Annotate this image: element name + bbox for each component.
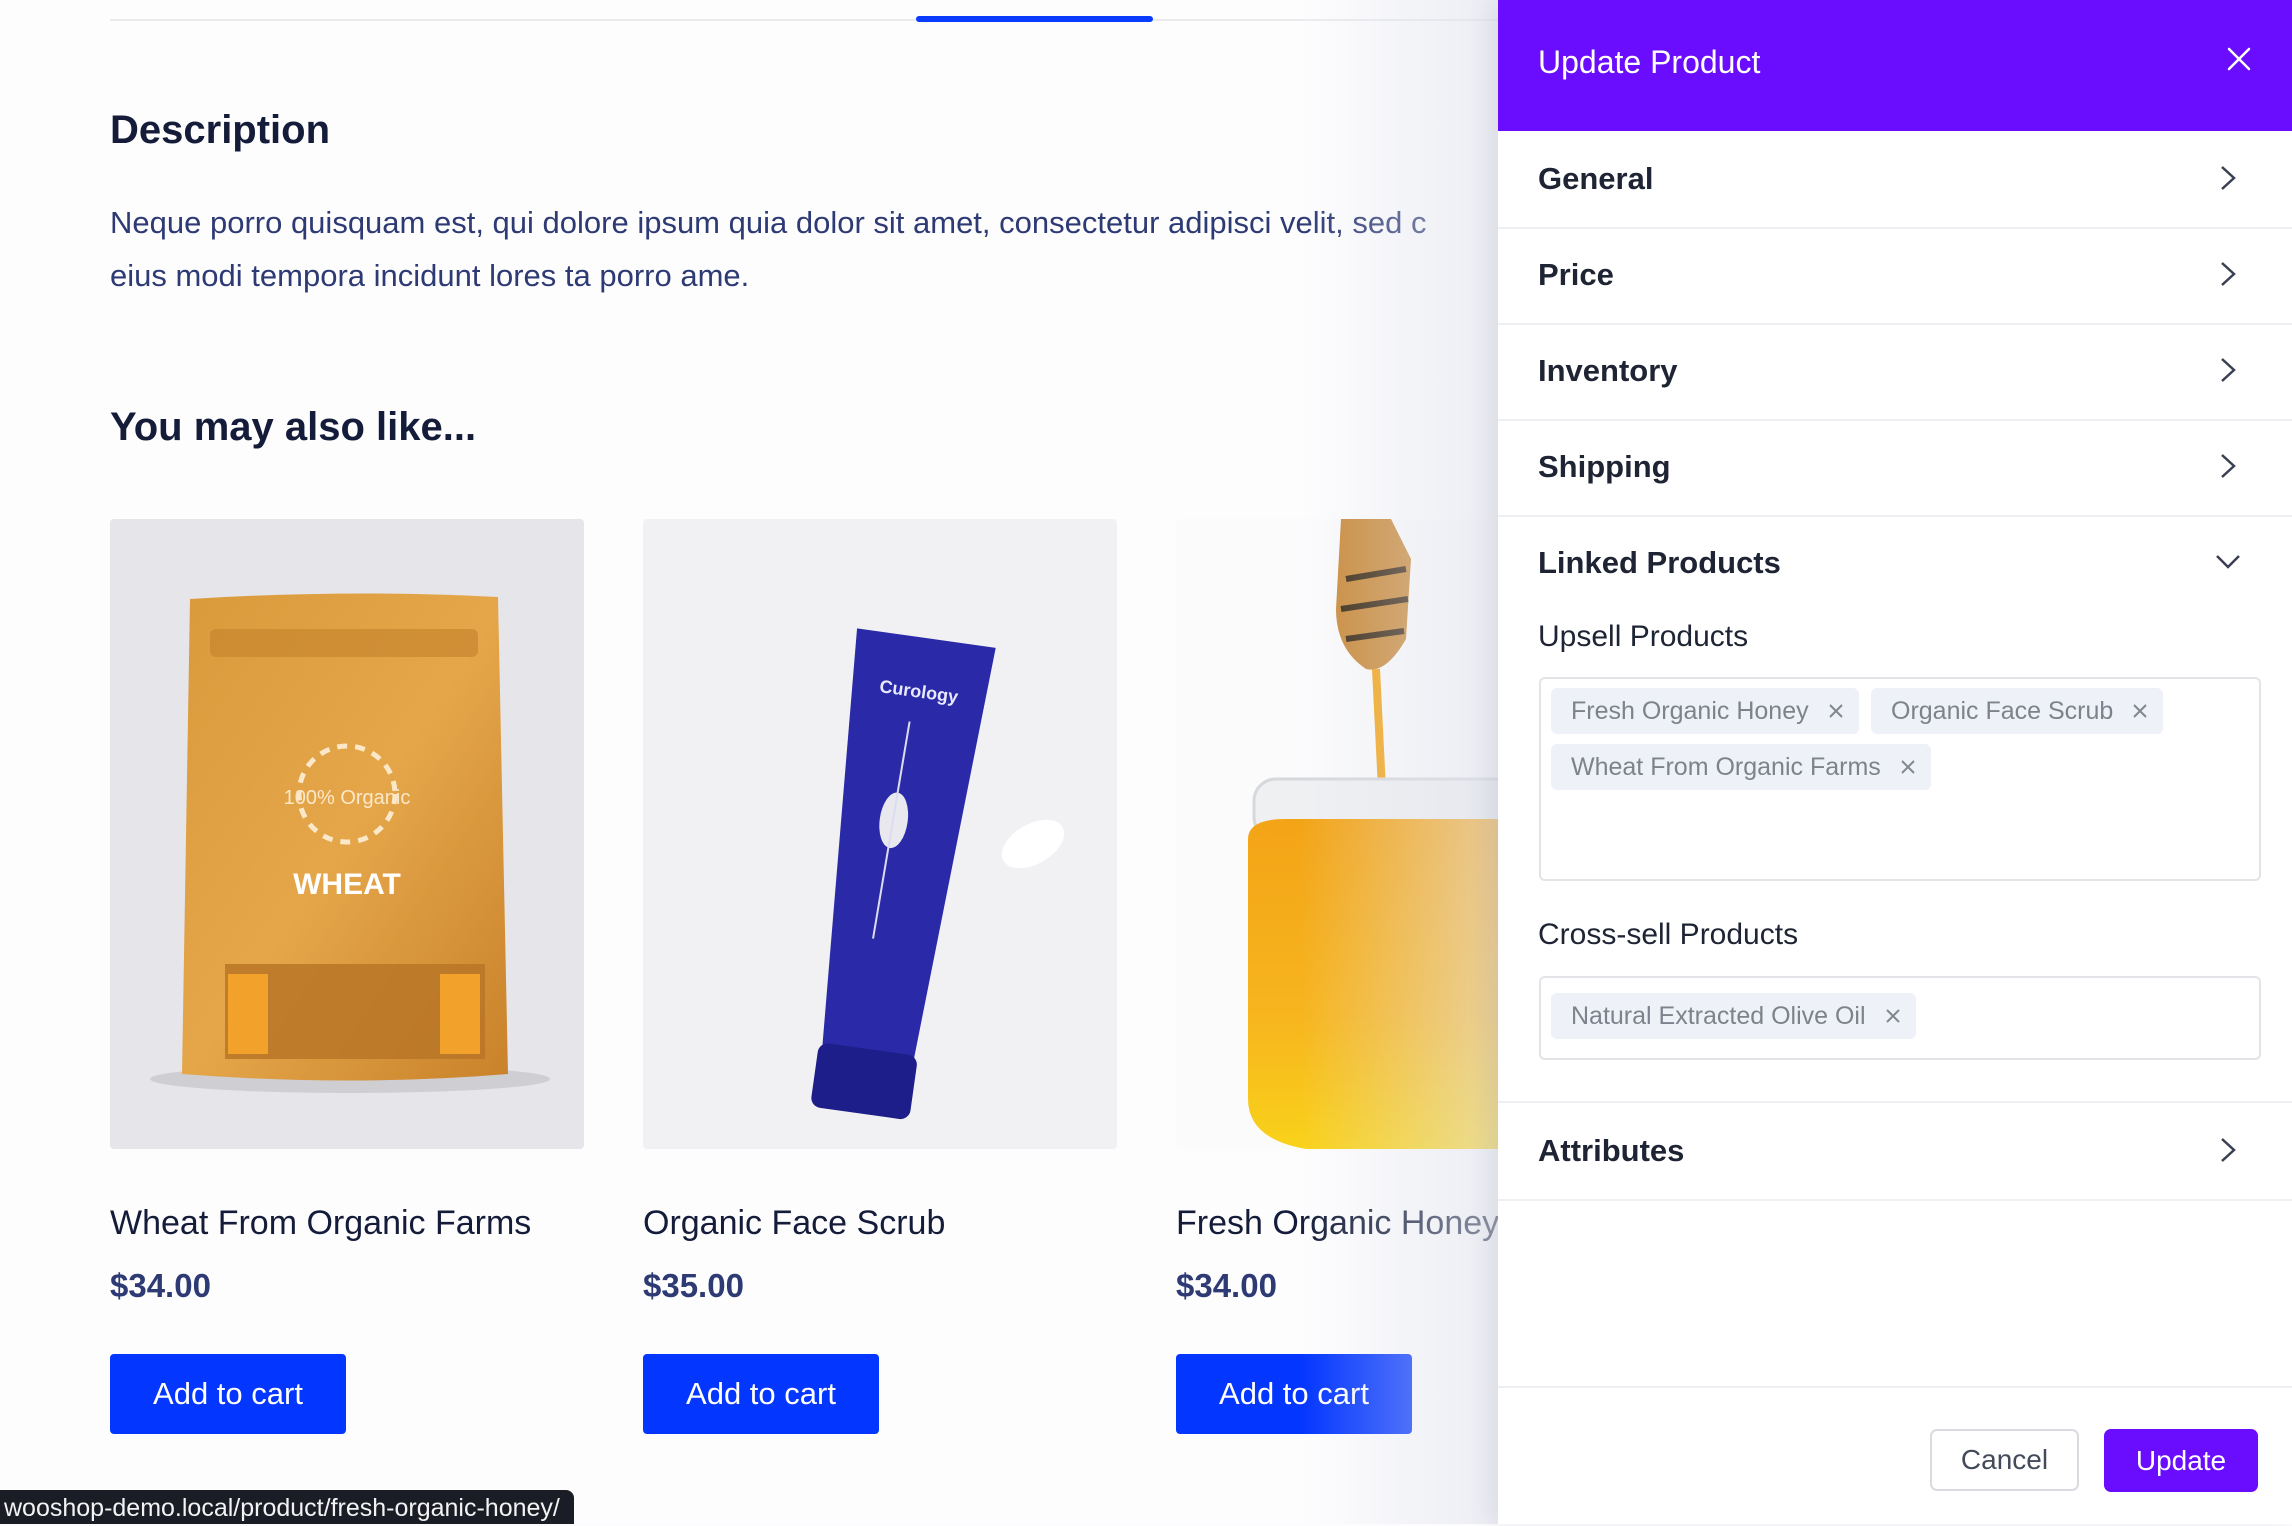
section-label: Linked Products — [1538, 545, 1781, 580]
update-product-panel: Update Product General Price Inventory S… — [1498, 0, 2292, 1524]
footer-divider — [1498, 1386, 2292, 1388]
close-icon — [2227, 47, 2251, 71]
description-line-2: eius modi tempora incidunt lores ta porr… — [110, 258, 750, 293]
product-price: $35.00 — [643, 1267, 744, 1304]
section-label: Shipping — [1538, 449, 1671, 484]
product-card: 100% Organic WHEAT Wheat From Organic Fa… — [110, 519, 584, 1434]
description-text: Neque porro quisquam est, qui dolore ips… — [110, 196, 1530, 302]
update-button[interactable]: Update — [2104, 1429, 2258, 1492]
product-name[interactable]: Organic Face Scrub — [643, 1204, 945, 1243]
product-image-wheat[interactable]: 100% Organic WHEAT — [110, 519, 584, 1149]
crosssell-tag: Natural Extracted Olive Oil — [1551, 993, 1916, 1039]
section-label: General — [1538, 161, 1654, 196]
section-linked-products: Linked Products Upsell Products Fresh Or… — [1498, 515, 2292, 1103]
panel-title: Update Product — [1538, 44, 1761, 80]
wheat-bag-illustration: 100% Organic WHEAT — [150, 593, 550, 1093]
tag-label: Organic Face Scrub — [1891, 697, 2114, 725]
chevron-down-icon — [2216, 555, 2240, 569]
chevron-right-icon — [2221, 166, 2236, 190]
section-label: Inventory — [1538, 353, 1678, 388]
bag-label-text: WHEAT — [293, 868, 401, 901]
chevron-right-icon — [2221, 454, 2236, 478]
related-heading: You may also like... — [110, 405, 477, 449]
product-price: $34.00 — [1176, 1267, 1277, 1304]
remove-tag-icon[interactable] — [2131, 702, 2149, 720]
product-image-face-scrub[interactable]: Curology — [643, 519, 1117, 1149]
bag-badge-text: 100% Organic — [284, 787, 411, 809]
remove-tag-icon[interactable] — [1899, 758, 1917, 776]
product-page: Description Neque porro quisquam est, qu… — [0, 0, 1650, 1524]
add-to-cart-button[interactable]: Add to cart — [643, 1354, 879, 1434]
section-label: Price — [1538, 257, 1614, 292]
scrub-tube-illustration: Curology — [811, 628, 1065, 1120]
crosssell-label: Cross-sell Products — [1538, 918, 1799, 951]
description-heading: Description — [110, 108, 331, 152]
upsell-label: Upsell Products — [1538, 620, 1749, 653]
add-to-cart-button[interactable]: Add to cart — [1176, 1354, 1412, 1434]
upsell-tag: Wheat From Organic Farms — [1551, 744, 1931, 790]
section-price[interactable]: Price — [1498, 227, 2292, 325]
tag-label: Wheat From Organic Farms — [1571, 753, 1881, 781]
add-to-cart-button[interactable]: Add to cart — [110, 1354, 346, 1434]
linked-products-toggle[interactable]: Linked Products — [1498, 515, 2292, 611]
tag-label: Natural Extracted Olive Oil — [1571, 1002, 1866, 1030]
link-status-bar: wooshop-demo.local/product/fresh-organic… — [0, 1490, 574, 1524]
chevron-right-icon — [2221, 262, 2236, 286]
chevron-right-icon — [2221, 358, 2236, 382]
tag-label: Fresh Organic Honey — [1571, 697, 1809, 725]
section-shipping[interactable]: Shipping — [1498, 419, 2292, 517]
chevron-right-icon — [2221, 1138, 2236, 1162]
crosssell-products-input[interactable]: Natural Extracted Olive Oil — [1539, 976, 2261, 1060]
product-card: Curology Organic Face Scrub $35.00 Add t… — [643, 519, 1117, 1434]
panel-header: Update Product — [1498, 0, 2292, 131]
upsell-tag: Organic Face Scrub — [1871, 688, 2164, 734]
product-price: $34.00 — [110, 1267, 211, 1304]
tabs-divider — [110, 19, 1498, 21]
section-inventory[interactable]: Inventory — [1498, 323, 2292, 421]
section-general[interactable]: General — [1498, 131, 2292, 229]
upsell-tag: Fresh Organic Honey — [1551, 688, 1859, 734]
cancel-button[interactable]: Cancel — [1930, 1429, 2079, 1491]
remove-tag-icon[interactable] — [1827, 702, 1845, 720]
upsell-products-input[interactable]: Fresh Organic Honey Organic Face Scrub W… — [1539, 677, 2261, 881]
description-line-1: Neque porro quisquam est, qui dolore ips… — [110, 205, 1427, 240]
product-name[interactable]: Fresh Organic Honey — [1176, 1204, 1499, 1243]
remove-tag-icon[interactable] — [1884, 1007, 1902, 1025]
product-name[interactable]: Wheat From Organic Farms — [110, 1204, 531, 1243]
close-button[interactable] — [2220, 40, 2258, 78]
section-attributes[interactable]: Attributes — [1498, 1103, 2292, 1201]
active-tab-indicator — [916, 16, 1153, 22]
section-label: Attributes — [1538, 1133, 1685, 1168]
